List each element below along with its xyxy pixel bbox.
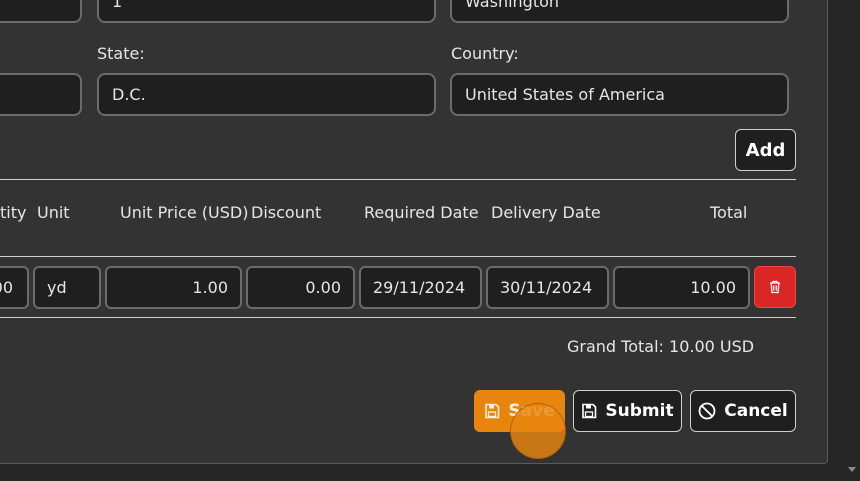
country-field[interactable]: United States of America bbox=[450, 73, 789, 116]
cancel-button[interactable]: Cancel bbox=[690, 390, 796, 432]
add-button-label: Add bbox=[745, 139, 786, 161]
line-total-field: 10.00 bbox=[613, 266, 750, 309]
address-field-partial-left-2[interactable] bbox=[0, 73, 82, 116]
ban-icon bbox=[698, 402, 716, 420]
add-item-button[interactable]: Add bbox=[735, 129, 796, 171]
submit-button-label: Submit bbox=[605, 401, 674, 421]
address-field-partial-left[interactable] bbox=[0, 0, 82, 23]
column-header-delivery-date: Delivery Date bbox=[491, 203, 601, 222]
submit-button[interactable]: Submit bbox=[573, 390, 682, 432]
city-field[interactable]: Washington bbox=[450, 0, 789, 23]
unit-input[interactable]: yd bbox=[33, 266, 101, 309]
floppy-disk-icon bbox=[582, 403, 597, 419]
column-header-total: Total bbox=[710, 203, 748, 222]
column-header-quantity: tity bbox=[0, 203, 27, 222]
country-label: Country: bbox=[451, 44, 519, 63]
delivery-date-input[interactable]: 30/11/2024 bbox=[486, 266, 609, 309]
column-header-discount: Discount bbox=[251, 203, 322, 222]
discount-input[interactable]: 0.00 bbox=[246, 266, 355, 309]
trash-icon bbox=[770, 280, 780, 294]
required-date-input[interactable]: 29/11/2024 bbox=[359, 266, 482, 309]
column-header-required-date: Required Date bbox=[364, 203, 479, 222]
cancel-button-label: Cancel bbox=[724, 401, 788, 421]
table-bottom-divider bbox=[0, 317, 796, 318]
grand-total: Grand Total: 10.00 USD bbox=[567, 337, 755, 356]
cursor-highlight bbox=[510, 403, 566, 459]
address-field-number[interactable]: 1 bbox=[97, 0, 436, 23]
state-label: State: bbox=[97, 44, 145, 63]
quantity-input[interactable]: 00 bbox=[0, 266, 29, 309]
table-top-divider bbox=[0, 179, 796, 180]
column-header-unit: Unit bbox=[37, 203, 70, 222]
scroll-down-arrow-icon[interactable] bbox=[848, 467, 856, 472]
state-field[interactable]: D.C. bbox=[97, 73, 436, 116]
unit-price-input[interactable]: 1.00 bbox=[105, 266, 242, 309]
page-scrollbar[interactable] bbox=[842, 0, 860, 481]
floppy-disk-icon bbox=[485, 403, 500, 419]
table-header-divider bbox=[0, 256, 796, 257]
delete-row-button[interactable] bbox=[754, 266, 796, 308]
column-header-unit-price: Unit Price (USD) bbox=[120, 203, 249, 222]
